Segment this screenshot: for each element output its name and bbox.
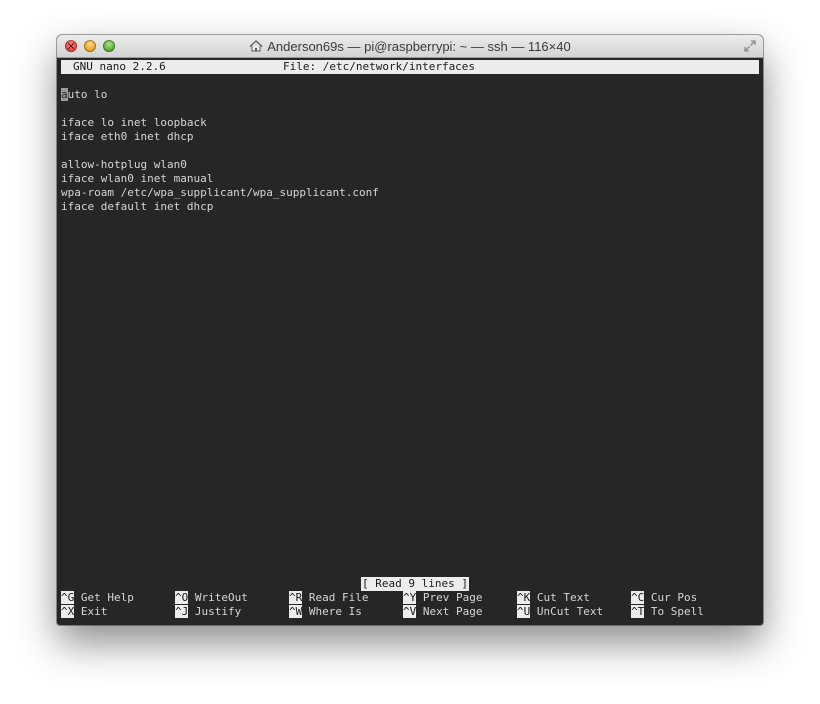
shortcut-key: ^K: [517, 591, 531, 604]
terminal-window: Anderson69s — pi@raspberrypi: ~ — ssh — …: [57, 35, 763, 625]
editor-line[interactable]: wpa-roam /etc/wpa_supplicant/wpa_supplic…: [61, 186, 379, 200]
window-title-wrap: Anderson69s — pi@raspberrypi: ~ — ssh — …: [57, 35, 763, 57]
shortcut-label: Next Page: [422, 605, 483, 618]
shortcut-read-file[interactable]: ^R Read File: [289, 591, 368, 605]
shortcut-cut-text[interactable]: ^K Cut Text: [517, 591, 590, 605]
shortcut-where-is[interactable]: ^W Where Is: [289, 605, 362, 619]
shortcut-label: Prev Page: [422, 591, 483, 604]
shortcut-next-page[interactable]: ^V Next Page: [403, 605, 482, 619]
shortcut-get-help[interactable]: ^G Get Help: [61, 591, 134, 605]
shortcut-label: Cut Text: [536, 591, 590, 604]
editor-line[interactable]: iface lo inet loopback: [61, 116, 207, 130]
shortcut-cur-pos[interactable]: ^C Cur Pos: [631, 591, 697, 605]
editor-line[interactable]: allow-hotplug wlan0: [61, 158, 187, 172]
nano-header: GNU nano 2.2.6 File: /etc/network/interf…: [61, 60, 759, 74]
shortcut-key: ^C: [631, 591, 645, 604]
shortcut-key: ^O: [175, 591, 189, 604]
window-title: Anderson69s — pi@raspberrypi: ~ — ssh — …: [267, 38, 571, 54]
shortcut-key: ^X: [61, 605, 75, 618]
shortcut-key: ^U: [517, 605, 531, 618]
shortcut-label: Where Is: [308, 605, 362, 618]
shortcut-label: Exit: [80, 605, 108, 618]
editor-line[interactable]: iface eth0 inet dhcp: [61, 130, 193, 144]
shortcut-key: ^J: [175, 605, 189, 618]
editor-line[interactable]: auto lo: [61, 88, 107, 102]
editor-line[interactable]: iface default inet dhcp: [61, 200, 213, 214]
shortcut-justify[interactable]: ^J Justify: [175, 605, 241, 619]
shortcut-label: UnCut Text: [536, 605, 604, 618]
shortcut-key: ^G: [61, 591, 75, 604]
title-bar[interactable]: Anderson69s — pi@raspberrypi: ~ — ssh — …: [57, 35, 763, 58]
text-cursor: a: [61, 88, 68, 101]
shortcut-label: Read File: [308, 591, 369, 604]
shortcut-prev-page[interactable]: ^Y Prev Page: [403, 591, 482, 605]
shortcut-uncut-text[interactable]: ^U UnCut Text: [517, 605, 603, 619]
terminal-content[interactable]: GNU nano 2.2.6 File: /etc/network/interf…: [61, 60, 759, 622]
shortcut-to-spell[interactable]: ^T To Spell: [631, 605, 704, 619]
fullscreen-icon[interactable]: [743, 39, 757, 53]
shortcut-key: ^R: [289, 591, 303, 604]
shortcut-key: ^V: [403, 605, 417, 618]
shortcut-label: Justify: [194, 605, 242, 618]
nano-file-label: File: /etc/network/interfaces: [283, 60, 476, 73]
status-message: [ Read 9 lines ]: [361, 577, 469, 591]
shortcut-exit[interactable]: ^X Exit: [61, 605, 107, 619]
editor-line[interactable]: iface wlan0 inet manual: [61, 172, 213, 186]
shortcut-key: ^Y: [403, 591, 417, 604]
shortcut-label: To Spell: [650, 605, 704, 618]
shortcut-key: ^W: [289, 605, 303, 618]
home-icon: [249, 40, 263, 52]
shortcut-label: WriteOut: [194, 591, 248, 604]
nano-version: GNU nano 2.2.6: [73, 60, 166, 73]
shortcut-label: Get Help: [80, 591, 134, 604]
shortcut-key: ^T: [631, 605, 645, 618]
shortcut-label: Cur Pos: [650, 591, 698, 604]
shortcut-writeout[interactable]: ^O WriteOut: [175, 591, 248, 605]
